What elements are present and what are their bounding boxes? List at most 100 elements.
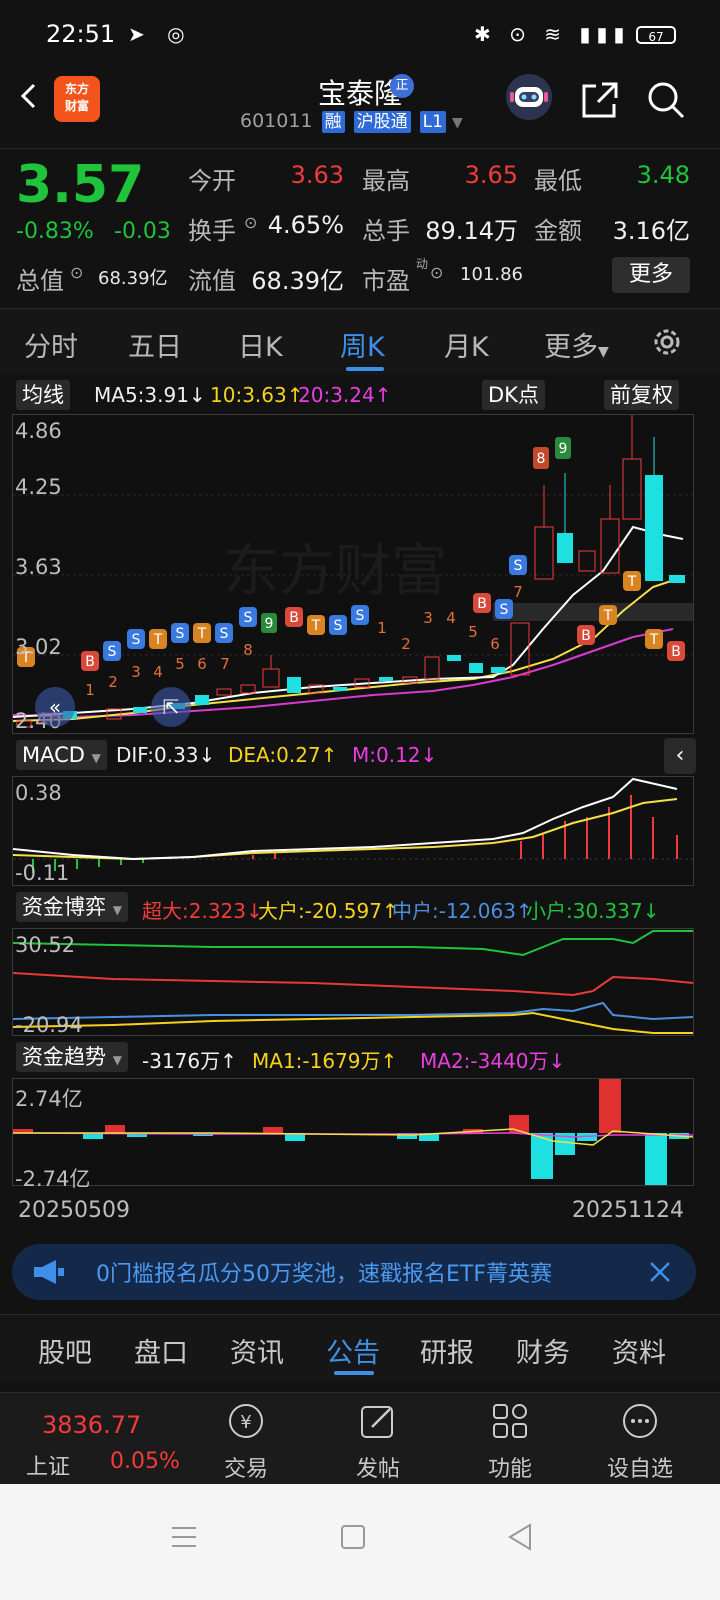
nav-post-label: 发帖 (355, 1457, 400, 1482)
scroll-left-button[interactable]: « (35, 687, 75, 727)
stock-header: 东方 财富 宝泰隆 正 601011 融 沪股通 L1 ▼ (0, 70, 720, 142)
tab-profile[interactable]: 资料 (612, 1331, 666, 1370)
y-tick: 3.63 (15, 555, 62, 579)
macd-y-bottom: -0.11 (15, 861, 70, 885)
change-percent: -0.83% (16, 219, 94, 244)
ma5-legend: MA5:3.91↓ (94, 383, 206, 407)
small-legend: 小户:30.337↓ (526, 899, 660, 923)
ma10-legend: 10:3.63↑ (210, 383, 304, 407)
super-line (13, 972, 693, 997)
back-icon[interactable] (506, 1522, 534, 1552)
svg-text:T: T (627, 574, 637, 590)
dropdown-caret-icon: ▼ (112, 903, 122, 917)
gear-icon[interactable] (650, 325, 684, 359)
svg-text:S: S (220, 626, 229, 642)
tab-announcements[interactable]: 公告 (326, 1331, 380, 1370)
tab-intraday[interactable]: 分时 (24, 325, 78, 364)
svg-text:6: 6 (490, 635, 500, 653)
assistant-robot-icon[interactable] (506, 74, 552, 120)
info-icon[interactable]: ⊙ (430, 263, 443, 282)
search-icon[interactable] (646, 80, 686, 120)
index-name: 上证 (26, 1455, 71, 1480)
date-start: 20250509 (18, 1198, 130, 1223)
tab-forum[interactable]: 股吧 (38, 1331, 92, 1370)
svg-text:7: 7 (220, 655, 230, 673)
svg-text:3: 3 (131, 663, 141, 681)
close-icon[interactable] (648, 1260, 672, 1284)
ma2-legend: MA2:-3440万↓ (420, 1049, 566, 1073)
small-line (13, 930, 693, 957)
promo-banner[interactable]: 0门槛报名瓜分50万奖池，速戳报名ETF菁英赛 (12, 1244, 696, 1300)
indicator-dropdown-fund-game[interactable]: 资金博弈 ▼ (16, 892, 128, 922)
ma-legend-row: 均线 MA5:3.91↓ 10:3.63↑ 20:3.24↑ DK点 前复权 (0, 376, 720, 412)
macd-chart[interactable]: 0.38 -0.11 (12, 776, 694, 886)
svg-text:1: 1 (85, 681, 95, 699)
watermark: 东方财富 (223, 539, 447, 604)
svg-text:S: S (514, 558, 523, 574)
indicator-dropdown-ma[interactable]: 均线 (16, 380, 70, 410)
nav-watchlist[interactable]: 设自选 (590, 1393, 690, 1485)
svg-text:5: 5 (468, 623, 478, 641)
margin-tag: 融 (321, 111, 345, 133)
fund-trend-chart[interactable]: 2.74亿 -2.74亿 (12, 1078, 694, 1191)
home-icon[interactable] (340, 1524, 366, 1550)
fund-trend-bars (13, 1079, 689, 1185)
more-button[interactable]: 更多 (612, 257, 690, 293)
ma1-legend: MA1:-1679万↑ (252, 1049, 398, 1073)
macd-y-top: 0.38 (15, 781, 62, 805)
period-tabs: 分时 五日 日K 周K 月K 更多▼ (0, 308, 720, 375)
tab-finance[interactable]: 财务 (516, 1331, 570, 1370)
low-label: 最低 (534, 167, 582, 195)
bottom-nav: 3836.77 上证 0.05% ¥ 交易 发帖 功能 设自选 (0, 1392, 720, 1485)
open-value: 3.63 (290, 161, 344, 189)
dif-line (13, 777, 678, 861)
ma20-legend: 20:3.24↑ (298, 383, 392, 407)
svg-text:3: 3 (423, 609, 433, 627)
indicator-dropdown-macd[interactable]: MACD ▼ (16, 740, 107, 770)
fund-game-legend-row: 资金博弈 ▼ 超大:2.323↓ 大户:-20.597↑ 中户:-12.063↑… (0, 892, 720, 926)
info-icon[interactable]: ⊙ (70, 263, 83, 282)
svg-text:T: T (153, 632, 163, 648)
tab-news[interactable]: 资讯 (230, 1331, 284, 1370)
dk-point-button[interactable]: DK点 (482, 380, 545, 410)
svg-text:S: S (176, 626, 185, 642)
low-value: 3.48 (636, 161, 690, 189)
share-icon[interactable] (580, 80, 620, 120)
menu-icon[interactable] (170, 1524, 198, 1550)
float-label: 流值 (188, 267, 236, 295)
indicator-dropdown-fund-trend[interactable]: 资金趋势 ▼ (16, 1042, 128, 1072)
svg-text:S: S (244, 610, 253, 626)
mktcap-value: 68.39亿 (98, 268, 168, 289)
tab-orderbook[interactable]: 盘口 (134, 1331, 188, 1370)
open-label: 今开 (188, 167, 236, 195)
date-end: 20251124 (572, 1198, 684, 1223)
svg-text:T: T (649, 632, 659, 648)
status-bar: 22:51 ➤ ◎ ✱ ⊙ ≋ ▮▮▮ 67 (0, 0, 720, 70)
tab-research[interactable]: 研报 (420, 1331, 474, 1370)
mktcap-label: 总值 (16, 267, 64, 295)
collapse-chevron-icon[interactable]: ‹ (664, 738, 696, 774)
zoom-button[interactable]: ⇱ (151, 687, 191, 727)
svg-text:T: T (603, 608, 613, 624)
candlestick-chart[interactable]: 东方财富 T B S S T S T S S 9 B T S S B S S 8… (12, 414, 694, 734)
m-legend: M:0.12↓ (352, 743, 438, 767)
stock-code-line[interactable]: 601011 融 沪股通 L1 ▼ (240, 110, 463, 133)
tab-more[interactable]: 更多▼ (544, 325, 609, 364)
svg-text:4: 4 (446, 609, 456, 627)
nav-trade[interactable]: ¥ 交易 (196, 1393, 296, 1485)
more-dots-icon (623, 1404, 657, 1438)
high-label: 最高 (362, 167, 410, 195)
adjust-button[interactable]: 前复权 (604, 380, 679, 410)
svg-text:7: 7 (513, 583, 523, 601)
nav-post[interactable]: 发帖 (328, 1393, 428, 1485)
info-icon[interactable]: ⊙ (244, 213, 257, 232)
dif-legend: DIF:0.33↓ (116, 743, 216, 767)
nav-function[interactable]: 功能 (460, 1393, 560, 1485)
tab-five-day[interactable]: 五日 (128, 325, 182, 364)
fund-game-chart[interactable]: 30.52 -20.94 (12, 928, 694, 1037)
tab-daily-k[interactable]: 日K (238, 325, 283, 364)
index-ticker[interactable]: 3836.77 上证 0.05% (0, 1393, 190, 1485)
tab-weekly-k[interactable]: 周K (340, 325, 385, 364)
tab-monthly-k[interactable]: 月K (444, 325, 489, 364)
edit-icon (361, 1406, 393, 1438)
